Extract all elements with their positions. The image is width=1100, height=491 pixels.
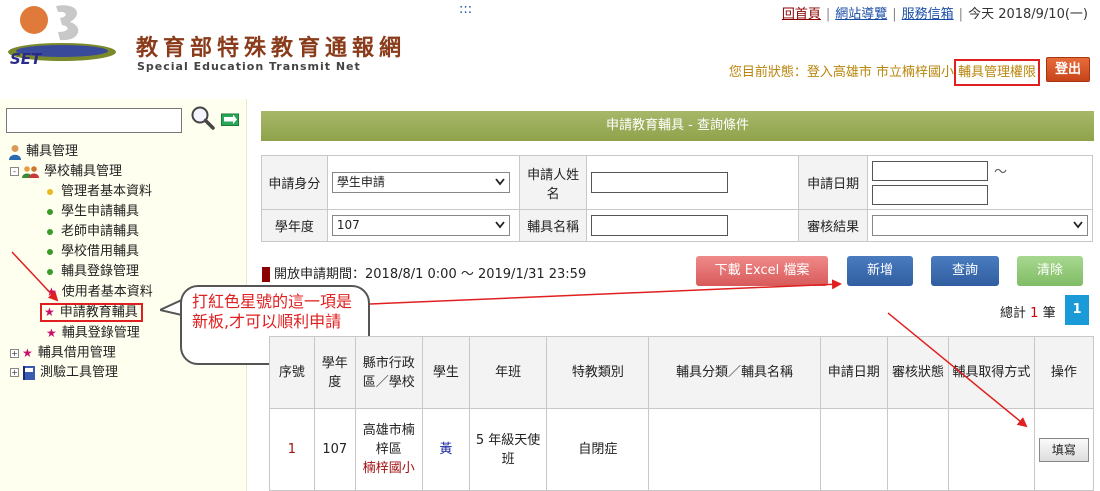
bullet-green-icon	[47, 228, 53, 235]
cell-device	[648, 408, 821, 491]
logout-button[interactable]: 登出	[1046, 57, 1090, 82]
tree-item-register-mgmt-new[interactable]: ★ 輔具登錄管理	[46, 323, 140, 343]
role-highlight: 輔具管理權限	[953, 59, 1040, 86]
applicant-type-label: 申請身分	[261, 155, 328, 210]
tree-item-student-apply[interactable]: 學生申請輔具	[47, 202, 139, 222]
query-form: 申請身分 學生申請 申請人姓名 申請日期 ～ 學年度 107 輔具名稱 審核結果	[261, 155, 1093, 242]
col-method: 輔具取得方式	[948, 336, 1035, 409]
col-school: 縣市行政區／學校	[354, 336, 423, 409]
page-button-1[interactable]: 1	[1065, 295, 1089, 325]
tree-item-test-tools[interactable]: + 測驗工具管理	[10, 363, 118, 383]
tree-item-school-devices[interactable]: - 學校輔具管理	[10, 162, 122, 182]
today-date: 今天 2018/9/10(一)	[968, 7, 1088, 22]
group-icon	[22, 165, 39, 178]
col-seq: 序號	[269, 336, 315, 409]
review-result-select[interactable]	[872, 215, 1088, 236]
table-header-row: 序號 學年度 縣市行政區／學校 學生 年班 特教類別 輔具分類／輔具名稱 申請日…	[269, 336, 1095, 409]
col-action: 操作	[1033, 336, 1095, 409]
clear-button[interactable]: 清除	[1017, 256, 1083, 286]
star-icon: ★	[46, 326, 57, 340]
col-year: 學年度	[313, 336, 356, 409]
cell-action: 填寫	[1033, 408, 1095, 491]
tree-item-highlight: ★ 申請教育輔具	[40, 302, 143, 322]
search-icon[interactable]	[190, 105, 216, 131]
user-icon	[9, 144, 21, 160]
cell-category: 自閉症	[546, 408, 650, 491]
bullet-green-icon	[47, 248, 53, 255]
tree-item-borrow-mgmt[interactable]: + ★ 輔具借用管理	[10, 343, 116, 363]
top-links: 回首頁 | 網站導覽 | 服務信箱 | 今天 2018/9/10(一)	[781, 7, 1088, 22]
school-year-label: 學年度	[261, 209, 328, 242]
tree-item-school-borrow[interactable]: 學校借用輔具	[47, 242, 139, 262]
chevron-down-icon	[1073, 221, 1083, 229]
page: SET 教育部特殊教育通報網 Special Education Transmi…	[0, 0, 1100, 491]
cell-method	[948, 408, 1035, 491]
tree-item-register-mgmt[interactable]: 輔具登錄管理	[47, 262, 139, 282]
bullet-yellow-icon	[47, 188, 53, 195]
cell-date	[819, 408, 888, 491]
bullet-green-icon	[47, 208, 53, 215]
cell-school: 高雄市楠梓區 楠梓國小	[354, 408, 423, 491]
review-result-label: 審核結果	[798, 209, 868, 242]
mailbox-link[interactable]: 服務信箱	[902, 7, 954, 22]
star-icon: ★	[46, 285, 57, 299]
tree-item-admin-info[interactable]: 管理者基本資料	[47, 182, 152, 202]
star-icon: ★	[44, 305, 55, 319]
col-category: 特教類別	[546, 336, 650, 409]
star-icon: ★	[22, 346, 33, 360]
bullet-green-icon	[47, 268, 53, 275]
total-count: 總計 1 筆	[1000, 306, 1056, 321]
svg-text:SET: SET	[10, 50, 43, 66]
period-marker	[262, 267, 270, 282]
home-link[interactable]: 回首頁	[782, 7, 821, 22]
device-name-input[interactable]	[591, 215, 729, 236]
search-input[interactable]	[6, 108, 182, 133]
device-name-label: 輔具名稱	[518, 209, 588, 242]
cell-student[interactable]: 黃	[421, 408, 470, 491]
sitemap-link[interactable]: 網站導覽	[835, 7, 887, 22]
col-review: 審核狀態	[886, 336, 950, 409]
go-icon[interactable]	[221, 112, 239, 126]
tree-item-teacher-apply[interactable]: 老師申請輔具	[47, 222, 139, 242]
applicant-type-select[interactable]: 學生申請	[331, 172, 510, 193]
site-title: 教育部特殊教育通報網	[136, 35, 407, 61]
accesskey-link[interactable]: :::	[459, 2, 472, 17]
login-status: 您目前狀態：登入高雄市 市立楠梓國小 輔具管理權限	[729, 59, 1040, 86]
apply-period: 開放申請期間：2018/8/1 0:00 ～ 2019/1/31 23:59	[262, 263, 586, 282]
section-title: 申請教育輔具 - 查詢條件	[261, 111, 1094, 141]
apply-date-end-input[interactable]	[872, 184, 988, 205]
tree-item-apply-edu-device[interactable]: ★ 申請教育輔具	[40, 302, 143, 322]
applicant-name-input[interactable]	[591, 172, 729, 193]
applicant-name-label: 申請人姓名	[518, 155, 588, 210]
add-button[interactable]: 新增	[847, 256, 913, 286]
apply-date-label: 申請日期	[798, 155, 868, 210]
query-button[interactable]: 查詢	[931, 256, 999, 286]
tree-item-user-info[interactable]: ★ 使用者基本資料	[46, 282, 153, 302]
book-icon	[23, 365, 35, 380]
chevron-down-icon	[495, 221, 505, 229]
col-device: 輔具分類／輔具名稱	[648, 336, 821, 409]
cell-review	[886, 408, 950, 491]
tree-item-device-mgmt[interactable]: 輔具管理	[8, 142, 78, 162]
col-date: 申請日期	[819, 336, 888, 409]
expand-icon[interactable]: +	[10, 348, 19, 358]
results-table: 序號 學年度 縣市行政區／學校 學生 年班 特教類別 輔具分類／輔具名稱 申請日…	[269, 336, 1095, 491]
expand-icon[interactable]: +	[10, 368, 19, 377]
site-subtitle: Special Education Transmit Net	[137, 60, 361, 73]
cell-year: 107	[313, 408, 356, 491]
col-class: 年班	[468, 336, 548, 409]
set-logo: SET	[8, 5, 116, 66]
fill-in-button[interactable]: 填寫	[1038, 437, 1089, 462]
chevron-down-icon	[495, 178, 505, 186]
cell-class: 5 年級天使班	[468, 408, 548, 491]
col-student: 學生	[421, 336, 470, 409]
school-year-select[interactable]: 107	[331, 215, 510, 236]
table-row: 1 107 高雄市楠梓區 楠梓國小 黃 5 年級天使班 自閉症 填寫	[269, 408, 1095, 491]
date-range-sep: ～	[994, 164, 1008, 180]
download-excel-button[interactable]: 下載 Excel 檔案	[696, 256, 828, 286]
apply-date-start-input[interactable]	[872, 160, 988, 181]
arrow-to-add-button	[369, 279, 842, 305]
cell-seq: 1	[269, 408, 315, 491]
collapse-icon[interactable]: -	[10, 167, 19, 176]
